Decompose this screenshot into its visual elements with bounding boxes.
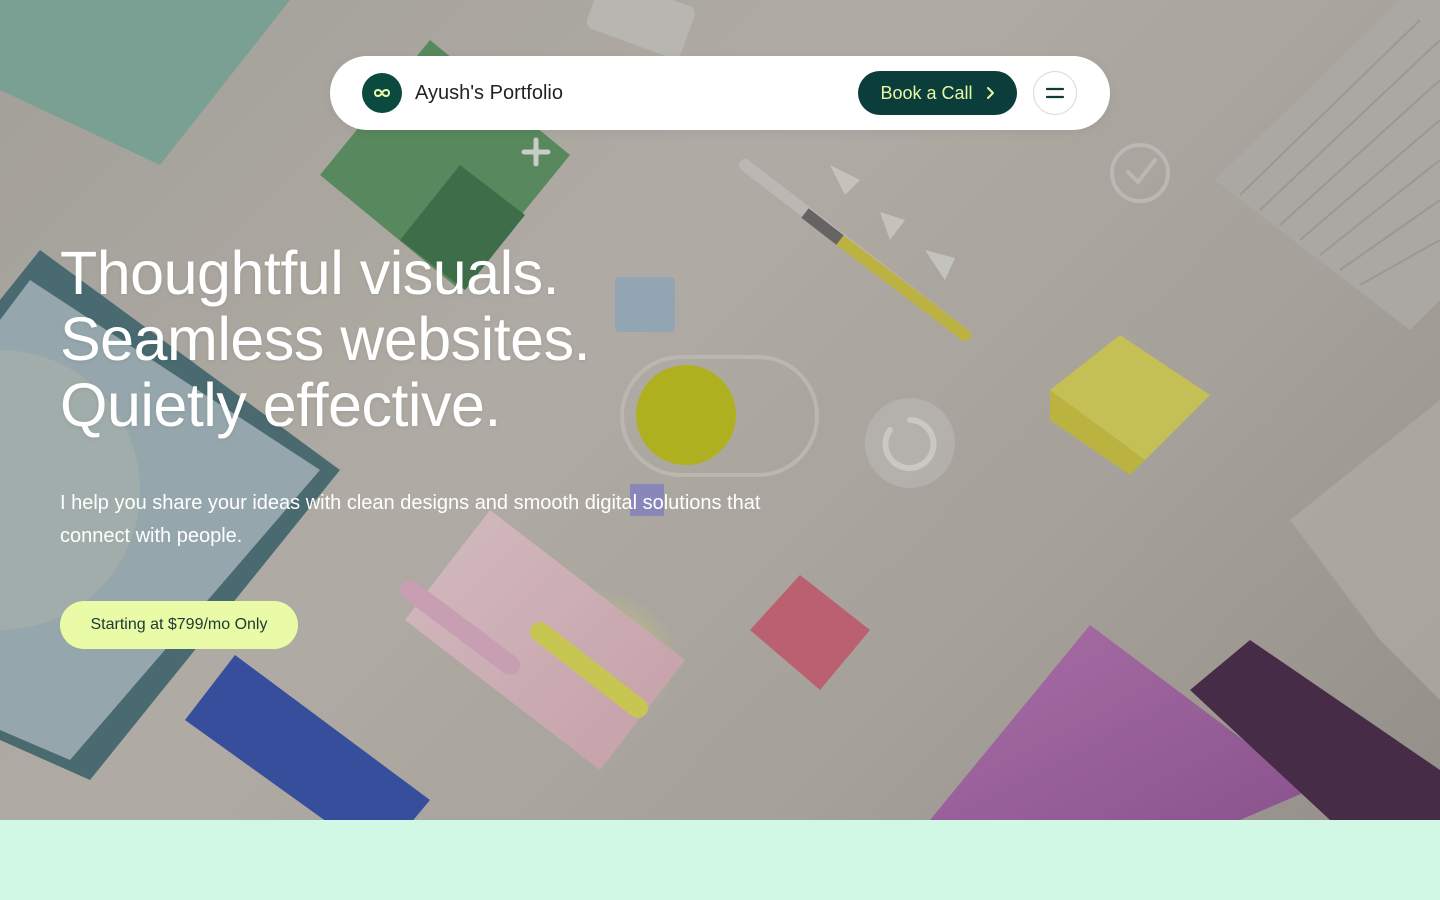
next-section — [0, 820, 1440, 900]
navbar: Ayush's Portfolio Book a Call — [330, 56, 1110, 130]
headline-line-3: Quietly effective. — [60, 371, 501, 439]
infinity-icon — [372, 86, 392, 100]
chevron-right-icon — [985, 86, 995, 100]
book-a-call-button[interactable]: Book a Call — [858, 71, 1017, 115]
book-a-call-label: Book a Call — [880, 82, 973, 103]
hero-headline: Thoughtful visuals. Seamless websites. Q… — [60, 240, 760, 438]
pricing-cta-button[interactable]: Starting at $799/mo Only — [60, 601, 298, 649]
headline-line-1: Thoughtful visuals. — [60, 239, 560, 307]
headline-line-2: Seamless websites. — [60, 305, 591, 373]
menu-button[interactable] — [1033, 71, 1077, 115]
hero-subtext: I help you share your ideas with clean d… — [60, 492, 761, 547]
logo[interactable] — [362, 73, 402, 113]
hamburger-icon — [1045, 87, 1065, 99]
brand-name[interactable]: Ayush's Portfolio — [415, 80, 563, 106]
